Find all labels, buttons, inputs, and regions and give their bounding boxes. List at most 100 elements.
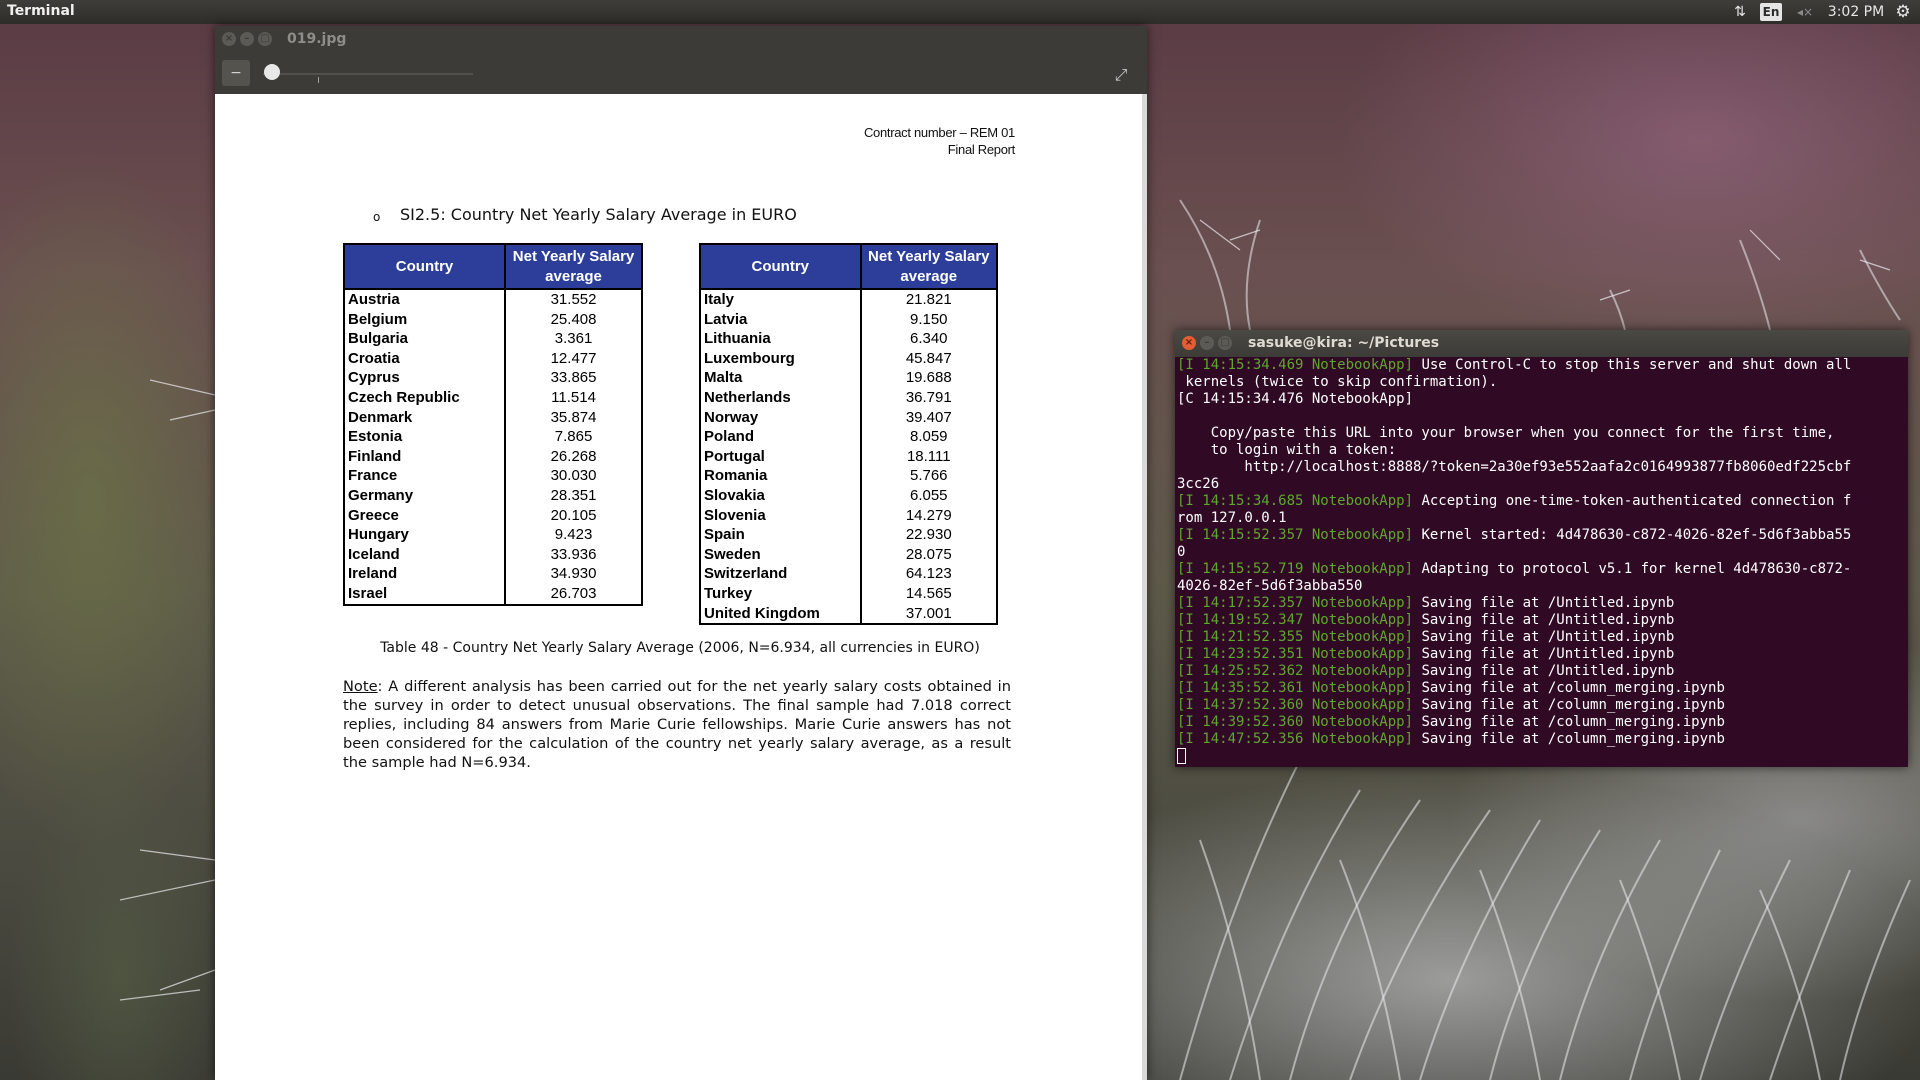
log-text: kernels (twice to skip confirmation). bbox=[1177, 374, 1498, 390]
table-row: Austria 31.552 bbox=[342, 289, 643, 310]
salary-cell: 37.001 bbox=[859, 603, 999, 625]
zoom-slider-tick bbox=[318, 77, 319, 83]
table-row: Netherlands 36.791 bbox=[699, 387, 999, 408]
network-updown-icon[interactable]: ⇅ bbox=[1731, 3, 1749, 21]
report-type: Final Report bbox=[947, 142, 1016, 157]
fullscreen-icon[interactable]: ⤢ bbox=[1110, 64, 1132, 86]
table-row: Iceland 33.936 bbox=[342, 544, 643, 565]
log-tag: [I 14:23:52.351 NotebookApp] bbox=[1177, 646, 1414, 662]
country-cell: Denmark bbox=[342, 407, 507, 428]
maximize-icon[interactable]: □ bbox=[1218, 336, 1232, 350]
salary-cell: 19.688 bbox=[859, 368, 999, 388]
country-cell: Poland bbox=[699, 427, 862, 447]
table-row: Ireland 34.930 bbox=[342, 564, 643, 584]
terminal-line: [I 14:39:52.360 NotebookApp] Saving file… bbox=[1177, 714, 1906, 731]
table-row: Slovakia 6.055 bbox=[699, 485, 999, 506]
salary-table-right-body: Italy 21.821 Latvia 9.150 Lithuania 6.340 Luxe… bbox=[699, 289, 999, 625]
salary-cell: 36.791 bbox=[859, 387, 999, 408]
terminal-line: [I 14:35:52.361 NotebookApp] Saving file… bbox=[1177, 680, 1906, 697]
terminal-line: [I 14:19:52.347 NotebookApp] Saving file… bbox=[1177, 612, 1906, 629]
terminal-cursor bbox=[1177, 748, 1186, 764]
country-cell: Hungary bbox=[342, 525, 507, 545]
country-cell: France bbox=[342, 466, 507, 486]
minimize-icon[interactable]: – bbox=[1200, 336, 1214, 350]
viewer-titlebar[interactable]: × – □ 019.jpg bbox=[215, 26, 1147, 52]
table-row: Estonia 7.865 bbox=[342, 427, 643, 447]
country-cell: Norway bbox=[699, 407, 862, 428]
log-tag: [I 14:15:52.357 NotebookApp] bbox=[1177, 527, 1414, 543]
country-cell: Spain bbox=[699, 525, 862, 545]
salary-cell: 64.123 bbox=[859, 564, 999, 584]
zoom-slider-track[interactable] bbox=[263, 73, 473, 75]
log-text: Saving file at /column_merging.ipynb bbox=[1413, 714, 1725, 730]
country-cell: Malta bbox=[699, 368, 862, 388]
sound-muted-icon[interactable]: ◂× bbox=[1793, 3, 1817, 21]
country-cell: Belgium bbox=[342, 309, 507, 330]
keyboard-layout-icon[interactable]: En bbox=[1760, 3, 1782, 21]
column-header-salary: Net Yearly Salary average bbox=[859, 243, 999, 290]
log-text: Kernel started: 4d478630-c872-4026-82ef-… bbox=[1413, 527, 1852, 543]
country-cell: Portugal bbox=[699, 446, 862, 467]
salary-cell: 14.565 bbox=[859, 583, 999, 604]
log-tag: [I 14:15:52.719 NotebookApp] bbox=[1177, 561, 1414, 577]
country-cell: Estonia bbox=[342, 427, 507, 447]
salary-cell: 39.407 bbox=[859, 407, 999, 428]
salary-cell: 34.930 bbox=[504, 564, 643, 584]
table-row: Poland 8.059 bbox=[699, 427, 999, 447]
country-cell: Ireland bbox=[342, 564, 507, 584]
log-text: rom 127.0.0.1 bbox=[1177, 510, 1287, 526]
zoom-slider-handle[interactable] bbox=[264, 64, 280, 80]
terminal-prompt-line[interactable] bbox=[1177, 748, 1906, 765]
log-text: Saving file at /Untitled.ipynb bbox=[1413, 629, 1675, 645]
maximize-icon[interactable]: □ bbox=[258, 32, 272, 46]
table-row: Portugal 18.111 bbox=[699, 446, 999, 467]
log-text: Saving file at /column_merging.ipynb bbox=[1413, 731, 1725, 747]
zoom-out-button[interactable]: − bbox=[222, 60, 250, 86]
section-title: SI2.5: Country Net Yearly Salary Average… bbox=[400, 205, 797, 224]
table-row: Luxembourg 45.847 bbox=[699, 348, 999, 369]
table-row: Malta 19.688 bbox=[699, 368, 999, 388]
log-tag: [I 14:17:52.357 NotebookApp] bbox=[1177, 595, 1414, 611]
table-caption: Table 48 - Country Net Yearly Salary Ave… bbox=[380, 640, 980, 656]
salary-table-left: Country Net Yearly Salary average Austri… bbox=[342, 243, 643, 606]
log-tag: [I 14:15:34.469 NotebookApp] bbox=[1177, 357, 1414, 373]
clock[interactable]: 3:02 PM bbox=[1826, 3, 1886, 21]
close-icon[interactable]: × bbox=[222, 32, 236, 46]
terminal-output[interactable]: [I 14:15:34.469 NotebookApp] Use Control… bbox=[1177, 357, 1906, 765]
country-cell: Turkey bbox=[699, 583, 862, 604]
log-text: Saving file at /column_merging.ipynb bbox=[1413, 697, 1725, 713]
gear-icon[interactable]: ⚙ bbox=[1893, 2, 1913, 22]
terminal-window[interactable]: × – □ sasuke@kira: ~/Pictures [I 14:15:3… bbox=[1175, 330, 1908, 767]
close-icon[interactable]: × bbox=[1182, 336, 1196, 350]
section-bullet: o bbox=[373, 210, 381, 224]
country-cell: Finland bbox=[342, 446, 507, 467]
log-text: Saving file at /Untitled.ipynb bbox=[1413, 663, 1675, 679]
column-header-country: Country bbox=[342, 243, 507, 290]
terminal-line: [I 14:15:34.469 NotebookApp] Use Control… bbox=[1177, 357, 1906, 374]
terminal-line: 0 bbox=[1177, 544, 1906, 561]
salary-cell: 6.055 bbox=[859, 485, 999, 506]
terminal-line: rom 127.0.0.1 bbox=[1177, 510, 1906, 527]
country-cell: Israel bbox=[342, 583, 507, 605]
terminal-line: Copy/paste this URL into your browser wh… bbox=[1177, 425, 1906, 442]
terminal-line: to login with a token: bbox=[1177, 442, 1906, 459]
log-text: http://localhost:8888/?token=2a30ef93e55… bbox=[1177, 459, 1852, 475]
salary-cell: 18.111 bbox=[859, 446, 999, 467]
salary-cell: 6.340 bbox=[859, 329, 999, 349]
log-text: Adapting to protocol v5.1 for kernel 4d4… bbox=[1413, 561, 1852, 577]
salary-cell: 11.514 bbox=[504, 387, 643, 408]
terminal-titlebar[interactable]: × – □ sasuke@kira: ~/Pictures bbox=[1175, 330, 1908, 357]
salary-table-left-body: Austria 31.552 Belgium 25.408 Bulgaria 3.361 C… bbox=[342, 289, 643, 605]
vertical-scrollbar[interactable] bbox=[1142, 94, 1147, 1080]
table-row: Finland 26.268 bbox=[342, 446, 643, 467]
country-cell: Bulgaria bbox=[342, 329, 507, 349]
salary-cell: 26.703 bbox=[504, 583, 643, 605]
country-cell: United Kingdom bbox=[699, 603, 862, 625]
log-text: Saving file at /Untitled.ipynb bbox=[1413, 595, 1675, 611]
log-tag: [I 14:39:52.360 NotebookApp] bbox=[1177, 714, 1414, 730]
terminal-line: http://localhost:8888/?token=2a30ef93e55… bbox=[1177, 459, 1906, 476]
log-text: 0 bbox=[1177, 544, 1186, 560]
viewer-window-title: 019.jpg bbox=[287, 31, 347, 47]
active-app-title: Terminal bbox=[7, 3, 75, 19]
minimize-icon[interactable]: – bbox=[240, 32, 254, 46]
